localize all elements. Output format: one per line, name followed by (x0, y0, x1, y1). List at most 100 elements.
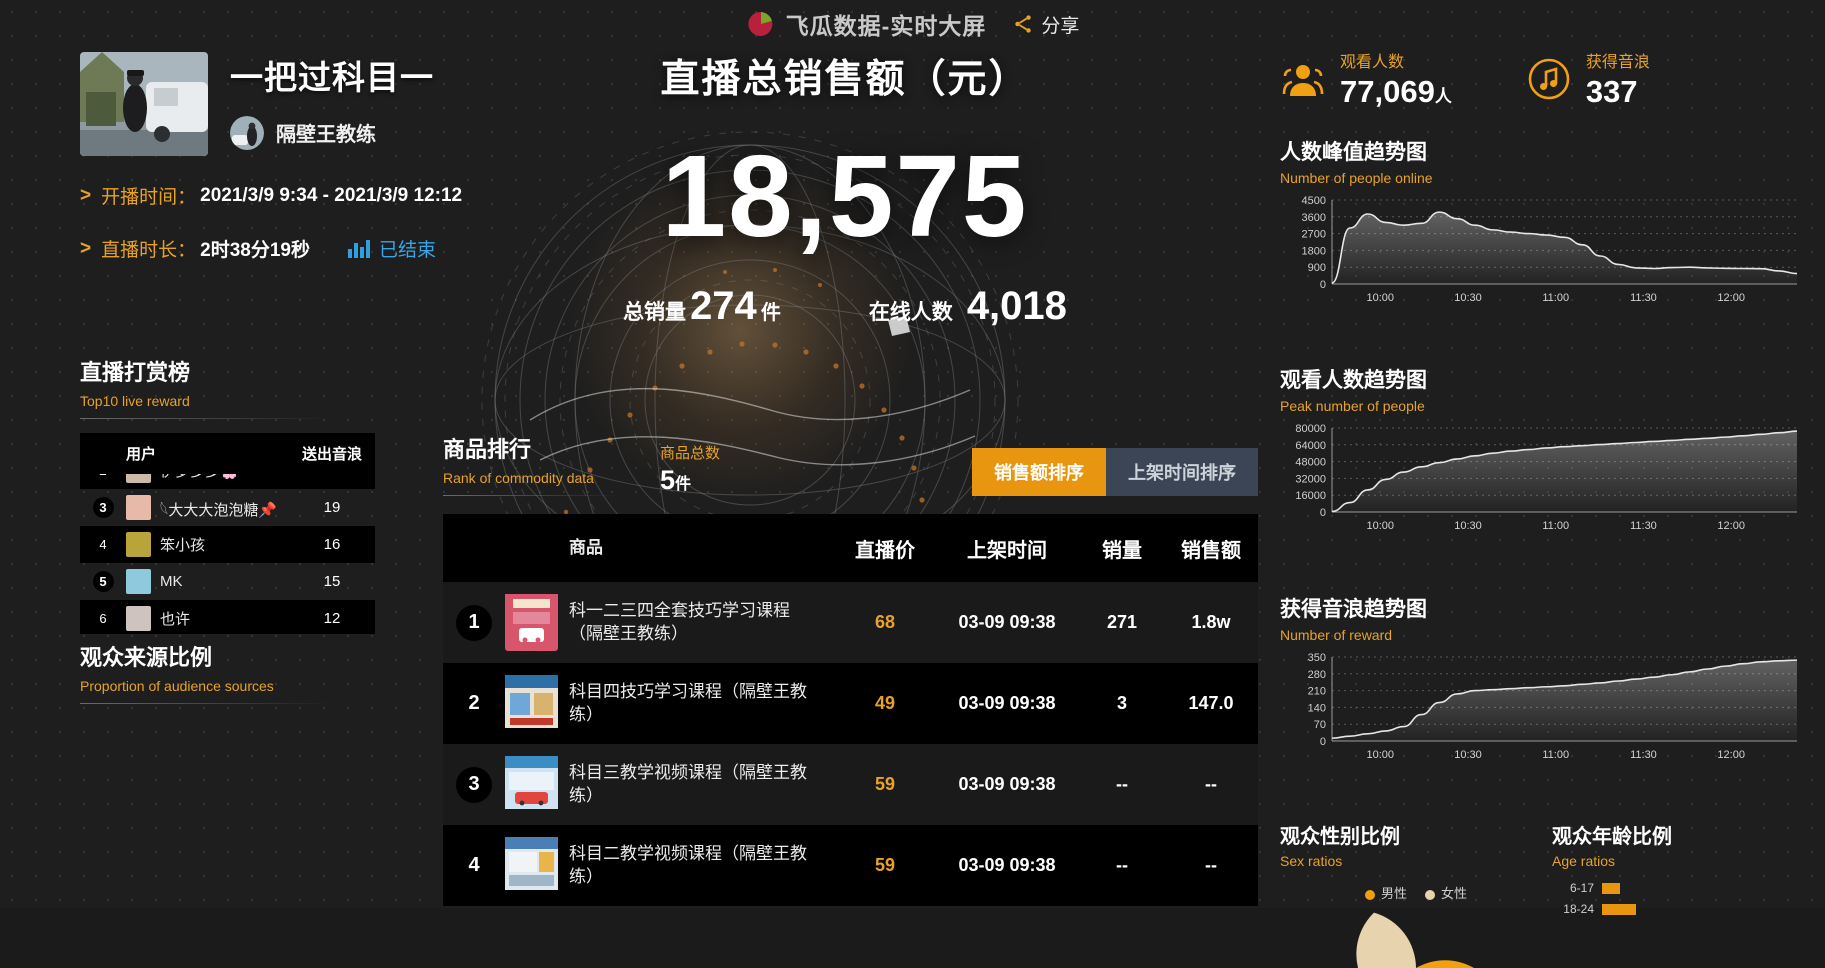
chevron-right-icon-2: > (80, 237, 92, 259)
user-name: 伊梦多多🌸 (160, 474, 239, 481)
reward-col-value: 送出音浪 (301, 446, 362, 463)
sort-toggle-group[interactable]: 销售额排序 上架时间排序 (972, 448, 1258, 496)
svg-text:12:00: 12:00 (1717, 749, 1745, 761)
gender-title-en: Sex ratios (1280, 853, 1343, 869)
list-item[interactable]: 3 𓆩大大大泡泡糖📌 19 (80, 489, 375, 526)
product-name: 科目四技巧学习课程（隔壁王教练） (569, 681, 807, 724)
music-note-icon (1526, 56, 1572, 102)
list-item[interactable]: 4 笨小孩 16 (80, 526, 375, 563)
reward-value: -- (289, 474, 375, 479)
rank-badge: 4 (468, 854, 480, 876)
svg-text:11:00: 11:00 (1542, 292, 1569, 304)
author-row[interactable]: 隔壁王教练 (230, 115, 434, 150)
rank-badge: 2 (92, 474, 114, 481)
svg-text:2700: 2700 (1302, 229, 1326, 241)
product-thumbnail (505, 755, 558, 813)
age-bar (1602, 882, 1620, 894)
svg-text:1800: 1800 (1302, 245, 1326, 257)
rank-badge: 6 (99, 611, 107, 626)
total-volume-value: 274 (690, 284, 757, 328)
online-count-value: 4,018 (966, 284, 1067, 328)
reward-value: 16 (323, 536, 341, 553)
rank-badge: 1 (456, 604, 492, 641)
svg-text:11:30: 11:30 (1630, 292, 1657, 304)
product-sales: -- (1116, 774, 1128, 794)
reward-value: 15 (323, 573, 341, 590)
list-item[interactable]: 5 MK 15 (80, 563, 375, 600)
kpi-viewers-unit: 人 (1434, 87, 1452, 106)
reward-value: 12 (323, 610, 341, 627)
product-amount: -- (1205, 774, 1217, 794)
product-sales: -- (1116, 855, 1128, 875)
svg-text:0: 0 (1320, 736, 1326, 748)
list-item[interactable]: 2 伊梦多多🌸 -- (80, 474, 375, 489)
sort-by-time-button[interactable]: 上架时间排序 (1106, 448, 1258, 496)
divider (80, 418, 330, 419)
product-amount: 1.8w (1191, 612, 1231, 632)
total-volume-label: 总销量 (623, 301, 687, 324)
svg-text:11:30: 11:30 (1630, 520, 1657, 532)
commodity-total-label: 商品总数 (660, 445, 721, 462)
share-button[interactable]: 分享 (1012, 11, 1079, 38)
age-title-cn: 观众年龄比例 (1552, 826, 1672, 848)
svg-text:210: 210 (1308, 686, 1326, 698)
svg-text:12:00: 12:00 (1717, 520, 1745, 532)
divider (80, 703, 330, 704)
chart3-plot: 0 70 140 210 280 350 10:00 10:30 11:00 11:30 12:00 (1280, 651, 1805, 763)
col-listing-time: 上架时间 (967, 539, 1047, 562)
svg-text:16000: 16000 (1295, 490, 1326, 502)
age-panel: 观众年龄比例 Age ratios 6-17 18-24 (1552, 820, 1824, 968)
svg-text:11:00: 11:00 (1542, 520, 1569, 532)
chevron-right-icon: > (80, 184, 92, 206)
age-bar (1602, 903, 1636, 915)
product-sales: 3 (1116, 693, 1127, 713)
reward-table: 用户 送出音浪 2 伊梦多多🌸 -- 3 𓆩大大大泡泡糖📌 19 4 笨小孩 (80, 433, 375, 634)
gender-title-cn: 观众性别比例 (1280, 826, 1400, 848)
commodity-total-unit: 件 (675, 476, 692, 493)
col-sales: 销量 (1102, 539, 1142, 562)
commodity-table-header: 商品 直播价 上架时间 销量 销售额 (443, 514, 1258, 582)
kpi-row: 观看人数 77,069人 获得音浪 337 (1280, 48, 1650, 110)
table-row[interactable]: 2 科目四技巧学习课程（隔壁王教练） 49 03-09 09:38 3 147.… (443, 663, 1258, 744)
table-row[interactable]: 4 科目二教学视频课程（隔壁王教练） 59 03-09 09:38 -- -- (443, 825, 1258, 906)
chart-people-online: 人数峰值趋势图 Number of people online 0 900 1800… (1280, 136, 1805, 306)
user-avatar (126, 495, 151, 520)
list-item[interactable]: 6 也许 12 (80, 600, 375, 634)
product-price: 49 (874, 693, 896, 713)
right-column: 观看人数 77,069人 获得音浪 337 人数峰值趋势图 Number of … (1260, 0, 1825, 968)
table-row[interactable]: 1 科一二三四全套技巧学习课程（隔壁王教练） 68 03-09 09:38 27… (443, 582, 1258, 663)
audience-source-title-cn: 观众来源比例 (80, 645, 213, 670)
table-row[interactable]: 3 科目三教学视频课程（隔壁王教练） 59 03-09 09:38 -- -- (443, 744, 1258, 825)
kpi-viewers-label: 观看人数 (1340, 54, 1405, 71)
product-amount: -- (1205, 855, 1217, 875)
author-name: 隔壁王教练 (276, 124, 376, 147)
product-time: 03-09 09:38 (958, 855, 1056, 875)
product-time: 03-09 09:38 (958, 693, 1056, 713)
reward-col-user: 用户 (126, 446, 157, 463)
commodity-total: 商品总数 5件 (660, 442, 720, 496)
live-reward-panel: 直播打赏榜 Top10 live reward 用户 送出音浪 2 伊梦多多🌸 … (80, 355, 375, 634)
people-icon (1280, 56, 1326, 102)
age-label: 6-17 (1569, 881, 1594, 895)
svg-text:4500: 4500 (1302, 195, 1326, 207)
age-row: 6-17 (1552, 881, 1824, 895)
svg-text:350: 350 (1308, 652, 1326, 664)
svg-text:900: 900 (1308, 262, 1326, 274)
chart3-subtitle: Number of reward (1280, 627, 1393, 643)
reward-title-en: Top10 live reward (80, 393, 190, 409)
start-time-label: 开播时间： (101, 187, 197, 208)
total-volume-stat: 总销量 274 件 (623, 284, 781, 329)
live-cover-image (80, 52, 208, 156)
svg-text:10:30: 10:30 (1454, 749, 1482, 761)
svg-text:0: 0 (1320, 507, 1326, 519)
svg-text:3600: 3600 (1302, 212, 1326, 224)
status-label: 已结束 (378, 240, 436, 261)
product-amount: 147.0 (1188, 693, 1234, 713)
brand-title: 飞瓜数据-实时大屏 (785, 13, 987, 39)
svg-text:10:00: 10:00 (1366, 292, 1394, 304)
kpi-rewards: 获得音浪 337 (1526, 48, 1650, 110)
reward-rows[interactable]: 2 伊梦多多🌸 -- 3 𓆩大大大泡泡糖📌 19 4 笨小孩 16 5 MK (80, 474, 375, 634)
sort-by-sales-button[interactable]: 销售额排序 (972, 448, 1106, 496)
kpi-rewards-value: 337 (1585, 74, 1638, 109)
kpi-rewards-label: 获得音浪 (1585, 54, 1650, 71)
